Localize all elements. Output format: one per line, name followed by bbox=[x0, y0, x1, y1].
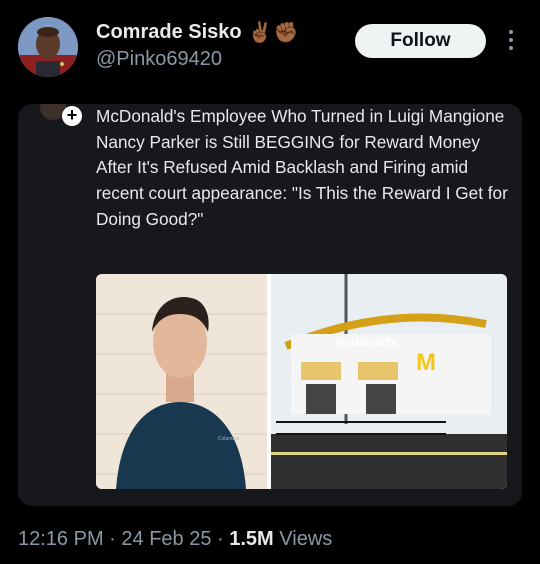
quoted-post-image[interactable]: Columbia McDonald's M bbox=[96, 274, 507, 489]
user-handle[interactable]: @Pinko69420 bbox=[96, 48, 222, 71]
restaurant-sign-text: McDonald's bbox=[336, 337, 397, 349]
emoji-badges: ✌🏾✊🏾 bbox=[247, 22, 300, 44]
separator-dot: · bbox=[211, 528, 230, 550]
views-label: Views bbox=[273, 528, 333, 550]
separator-dot: · bbox=[103, 528, 122, 550]
views-count: 1.5M bbox=[229, 528, 274, 550]
follow-button[interactable]: Follow bbox=[355, 24, 486, 58]
more-options-icon[interactable] bbox=[506, 30, 516, 52]
post-time[interactable]: 12:16 PM bbox=[18, 528, 104, 550]
post-date[interactable]: 24 Feb 25 bbox=[121, 528, 211, 550]
post-metadata: 12:16 PM · 24 Feb 25 · 1.5M Views bbox=[18, 528, 332, 551]
display-name[interactable]: Comrade Sisko bbox=[96, 21, 242, 44]
quoted-post-text: McDonald's Employee Who Turned in Luigi … bbox=[96, 106, 508, 229]
shirt-brand-label: Columbia bbox=[218, 436, 239, 442]
profile-avatar[interactable] bbox=[18, 17, 78, 77]
plus-icon[interactable]: + bbox=[62, 106, 82, 126]
media-illustration: Columbia McDonald's M bbox=[96, 274, 507, 489]
quoted-post-card[interactable]: + McDonald's Employee Who Turned in Luig… bbox=[18, 104, 522, 506]
display-name-row[interactable]: Comrade Sisko ✌🏾✊🏾 bbox=[96, 20, 299, 45]
golden-arches-logo: M bbox=[416, 349, 436, 376]
profile-avatar-image bbox=[18, 17, 78, 77]
